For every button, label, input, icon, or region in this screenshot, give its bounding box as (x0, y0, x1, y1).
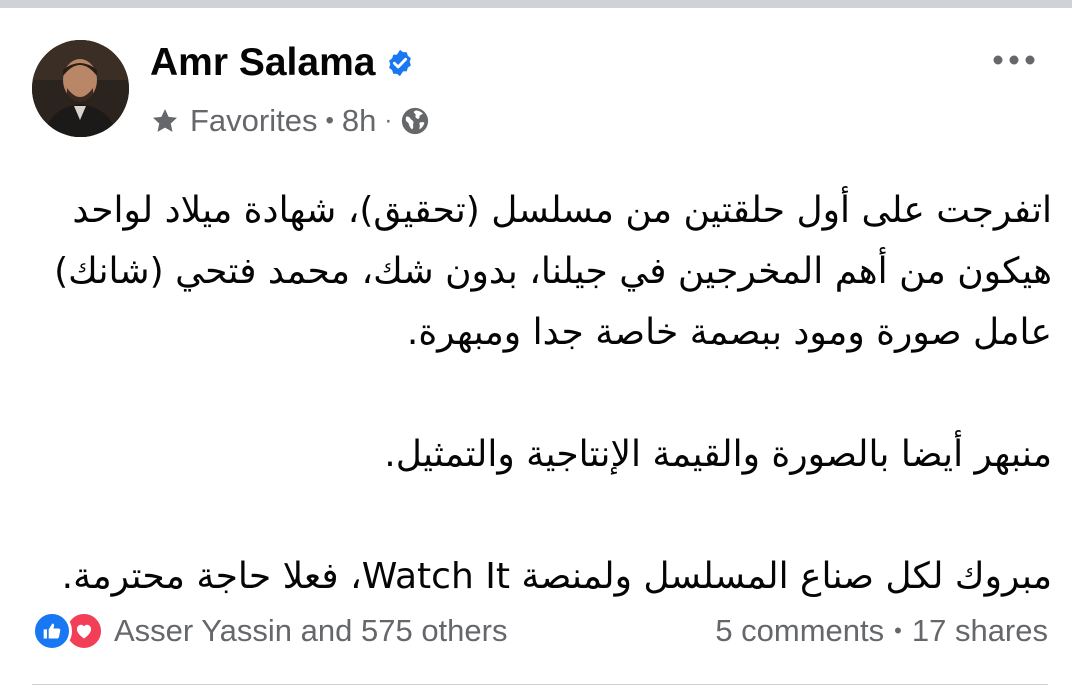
post-text-line: هيكون من أهم المخرجين في جيلنا، بدون شك،… (54, 251, 1052, 292)
meta-separator: · (384, 107, 393, 134)
post-text-line: اتفرجت على أول حلقتين من مسلسل (تحقيق)، … (72, 190, 1052, 231)
post-meta: Favorites • 8h · (150, 100, 430, 142)
verified-badge-icon (385, 48, 415, 78)
meta-separator: • (325, 107, 334, 134)
post-text-line: مبروك لكل صناع المسلسل ولمنصة Watch It، … (61, 556, 1052, 597)
more-horizontal-icon (993, 55, 1035, 65)
author-avatar[interactable] (32, 40, 129, 137)
post-body: اتفرجت على أول حلقتين من مسلسل (تحقيق)، … (24, 180, 1052, 607)
footer-divider (32, 684, 1048, 685)
top-status-strip (0, 0, 1072, 8)
engagement-counts: 5 comments • 17 shares (715, 608, 1048, 654)
reactions-summary[interactable]: Asser Yassin and 575 others (32, 608, 507, 654)
post-time[interactable]: 8h (342, 103, 376, 139)
shares-count[interactable]: 17 shares (912, 613, 1048, 649)
more-options-button[interactable] (984, 38, 1044, 82)
comments-count[interactable]: 5 comments (715, 613, 884, 649)
reactions-text[interactable]: Asser Yassin and 575 others (114, 613, 507, 649)
avatar-photo (32, 40, 129, 137)
post-text-line: عامل صورة ومود ببصمة خاصة جدا ومبهرة. (406, 312, 1052, 353)
counts-separator: • (894, 618, 902, 643)
audience-label[interactable]: Favorites (190, 103, 317, 139)
post-text-line: منبهر أيضا بالصورة والقيمة الإنتاجية وال… (384, 434, 1052, 475)
like-reaction-icon (32, 611, 72, 651)
star-icon (150, 106, 180, 136)
globe-icon[interactable] (400, 106, 430, 136)
author-name[interactable]: Amr Salama (150, 41, 375, 85)
